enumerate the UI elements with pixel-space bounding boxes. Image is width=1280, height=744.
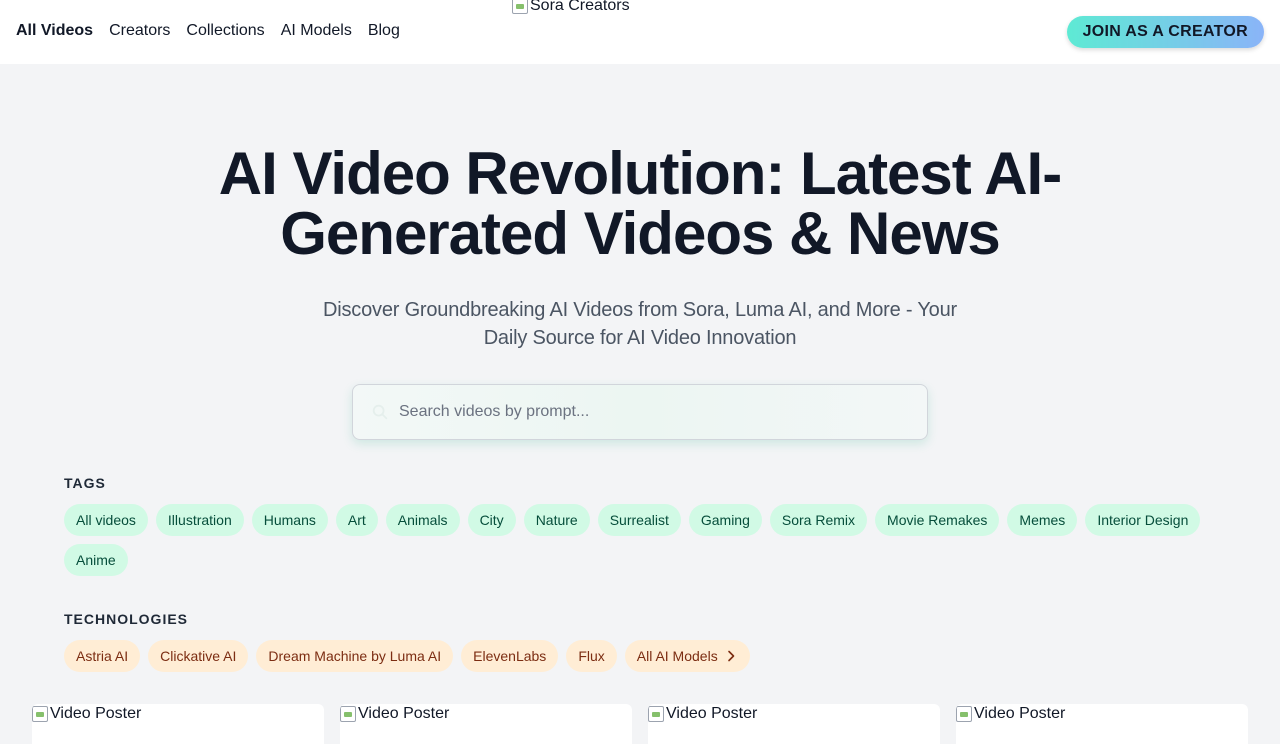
tag-chip-art[interactable]: Art bbox=[335, 504, 378, 536]
video-grid: Video Poster Video Poster Video Poster V… bbox=[32, 704, 1248, 744]
technologies-list: Astria AI Clickative AI Dream Machine by… bbox=[64, 640, 1224, 680]
video-card[interactable]: Video Poster bbox=[956, 704, 1248, 744]
page-title: AI Video Revolution: Latest AI-Generated… bbox=[218, 140, 1062, 267]
video-card[interactable]: Video Poster bbox=[32, 704, 324, 744]
nav-collections[interactable]: Collections bbox=[186, 20, 264, 42]
video-poster-alt: Video Poster bbox=[50, 705, 142, 722]
search-input[interactable] bbox=[399, 385, 899, 439]
nav-all-videos[interactable]: All Videos bbox=[16, 20, 93, 42]
tag-chip-illustration[interactable]: Illustration bbox=[155, 504, 244, 536]
main-nav: All Videos Creators Collections AI Model… bbox=[16, 20, 416, 42]
video-poster: Video Poster bbox=[956, 704, 1065, 724]
search-icon bbox=[372, 404, 388, 420]
tag-chip-sora-remix[interactable]: Sora Remix bbox=[769, 504, 868, 536]
tag-chip-anime[interactable]: Anime bbox=[64, 544, 128, 576]
tag-chip-gaming[interactable]: Gaming bbox=[688, 504, 762, 536]
nav-ai-models[interactable]: AI Models bbox=[281, 20, 352, 42]
logo-alt-text: Sora Creators bbox=[530, 0, 630, 14]
tech-chip-all-ai-models[interactable]: All AI Models bbox=[624, 640, 750, 672]
tags-list: All videos Illustration Humans Art Anima… bbox=[64, 504, 1224, 584]
tag-chip-movie-remakes[interactable]: Movie Remakes bbox=[875, 504, 1000, 536]
page-subtitle: Discover Groundbreaking AI Videos from S… bbox=[323, 299, 957, 349]
site-header: All Videos Creators Collections AI Model… bbox=[0, 0, 1280, 64]
tech-chip-astria-ai[interactable]: Astria AI bbox=[64, 640, 141, 672]
technologies-heading: TECHNOLOGIES bbox=[64, 611, 189, 627]
broken-image-icon bbox=[512, 0, 528, 14]
tag-chip-humans[interactable]: Humans bbox=[251, 504, 328, 536]
tech-chip-clickative-ai[interactable]: Clickative AI bbox=[148, 640, 249, 672]
tag-chip-city[interactable]: City bbox=[467, 504, 516, 536]
video-poster-alt: Video Poster bbox=[358, 705, 450, 722]
tech-chip-flux[interactable]: Flux bbox=[566, 640, 617, 672]
tech-chip-elevenlabs[interactable]: ElevenLabs bbox=[461, 640, 559, 672]
site-logo[interactable]: Sora Creators bbox=[512, 0, 630, 16]
join-as-creator-button[interactable]: JOIN AS A CREATOR bbox=[1066, 16, 1264, 48]
all-ai-models-label: All AI Models bbox=[636, 648, 718, 664]
video-card[interactable]: Video Poster bbox=[340, 704, 632, 744]
video-poster: Video Poster bbox=[32, 704, 141, 724]
tag-chip-interior-design[interactable]: Interior Design bbox=[1085, 504, 1201, 536]
nav-blog[interactable]: Blog bbox=[368, 20, 400, 42]
tech-chip-dream-machine[interactable]: Dream Machine by Luma AI bbox=[256, 640, 454, 672]
video-poster: Video Poster bbox=[340, 704, 449, 724]
tag-chip-all-videos[interactable]: All videos bbox=[64, 504, 148, 536]
search-box bbox=[352, 384, 928, 440]
chevron-right-icon bbox=[727, 650, 735, 662]
tag-chip-animals[interactable]: Animals bbox=[385, 504, 460, 536]
tag-chip-memes[interactable]: Memes bbox=[1007, 504, 1078, 536]
video-poster-alt: Video Poster bbox=[666, 705, 758, 722]
tag-chip-nature[interactable]: Nature bbox=[523, 504, 590, 536]
tag-chip-surrealist[interactable]: Surrealist bbox=[597, 504, 681, 536]
tags-heading: TAGS bbox=[64, 475, 106, 491]
video-poster: Video Poster bbox=[648, 704, 757, 724]
nav-creators[interactable]: Creators bbox=[109, 20, 170, 42]
video-card[interactable]: Video Poster bbox=[648, 704, 940, 744]
video-poster-alt: Video Poster bbox=[974, 705, 1066, 722]
